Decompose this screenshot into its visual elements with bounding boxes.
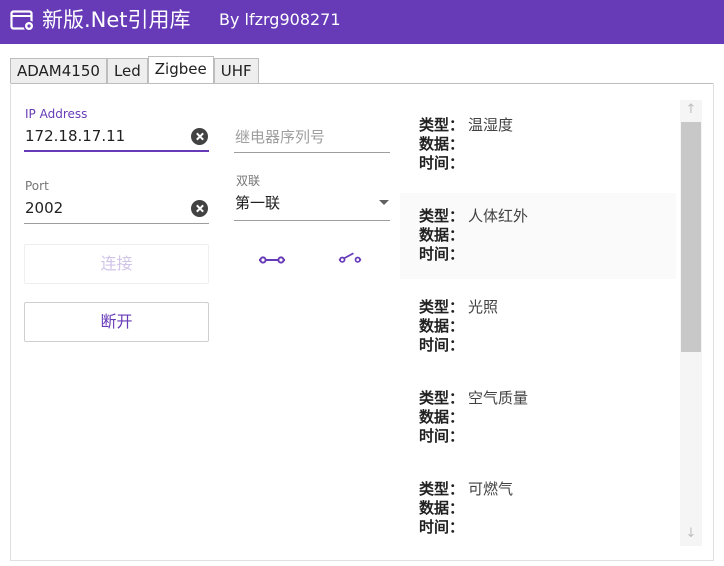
sensor-card: 类型： 空气质量 数据： 时间： [400, 375, 676, 461]
app-title: 新版.Net引用库 [42, 8, 191, 32]
dual-select-underline [234, 220, 390, 221]
sensor-card: 类型： 可燃气 数据： 时间： [400, 466, 676, 552]
ip-address-underline [24, 150, 209, 152]
type-key: 类型： [419, 480, 465, 498]
arrow-up-icon[interactable]: ↑ [680, 100, 702, 120]
tab-adam4150[interactable]: ADAM4150 [10, 58, 107, 83]
type-value: 可燃气 [468, 480, 514, 498]
ip-address-label: IP Address [25, 107, 88, 121]
data-key: 数据： [419, 408, 465, 426]
sensor-list-scrollbar[interactable]: ↑ ↓ [680, 100, 702, 546]
app-author: By lfzrg908271 [219, 10, 341, 29]
dual-select[interactable]: 第一联 [235, 192, 280, 213]
title-bar: 新版.Net引用库 By lfzrg908271 [0, 0, 724, 44]
sensor-card: 类型： 光照 数据： 时间： [400, 284, 676, 370]
type-key: 类型： [419, 116, 465, 134]
tab-bar: ADAM4150 Led Zigbee UHF [10, 56, 259, 84]
switch-open-icon[interactable] [337, 252, 363, 264]
tab-zigbee[interactable]: Zigbee [147, 56, 214, 84]
time-key: 时间： [419, 245, 465, 263]
sensor-card: 类型： 人体红外 数据： 时间： [400, 193, 676, 279]
time-key: 时间： [419, 518, 465, 536]
time-key: 时间： [419, 154, 465, 172]
data-key: 数据： [419, 135, 465, 153]
type-value: 光照 [468, 298, 499, 316]
port-clear-icon[interactable] [191, 200, 208, 217]
data-key: 数据： [419, 317, 465, 335]
disconnect-button[interactable]: 断开 [24, 302, 209, 342]
data-key: 数据： [419, 499, 465, 517]
type-value: 温湿度 [468, 116, 514, 134]
switch-closed-icon[interactable] [259, 254, 285, 266]
tab-led[interactable]: Led [106, 58, 148, 83]
ip-clear-icon[interactable] [191, 128, 208, 145]
sensor-card: 类型： 温湿度 数据： 时间： [400, 102, 676, 188]
tab-uhf[interactable]: UHF [213, 58, 259, 83]
data-key: 数据： [419, 226, 465, 244]
port-label: Port [25, 179, 49, 193]
chevron-down-icon[interactable] [379, 200, 389, 205]
connect-button[interactable]: 连接 [24, 244, 209, 284]
time-key: 时间： [419, 336, 465, 354]
relay-serial-underline [234, 152, 390, 153]
relay-serial-input[interactable]: 继电器序列号 [235, 126, 325, 147]
type-value: 人体红外 [468, 207, 529, 225]
type-key: 类型： [419, 389, 465, 407]
arrow-down-icon[interactable]: ↓ [680, 524, 702, 544]
type-key: 类型： [419, 207, 465, 225]
app-window-gear-icon [10, 10, 35, 32]
time-key: 时间： [419, 427, 465, 445]
dual-label: 双联 [236, 174, 261, 188]
port-underline [24, 223, 209, 224]
port-input[interactable]: 2002 [25, 199, 63, 217]
type-value: 空气质量 [468, 389, 529, 407]
type-key: 类型： [419, 298, 465, 316]
scroll-thumb[interactable] [681, 122, 701, 352]
ip-address-input[interactable]: 172.18.17.11 [25, 127, 125, 145]
